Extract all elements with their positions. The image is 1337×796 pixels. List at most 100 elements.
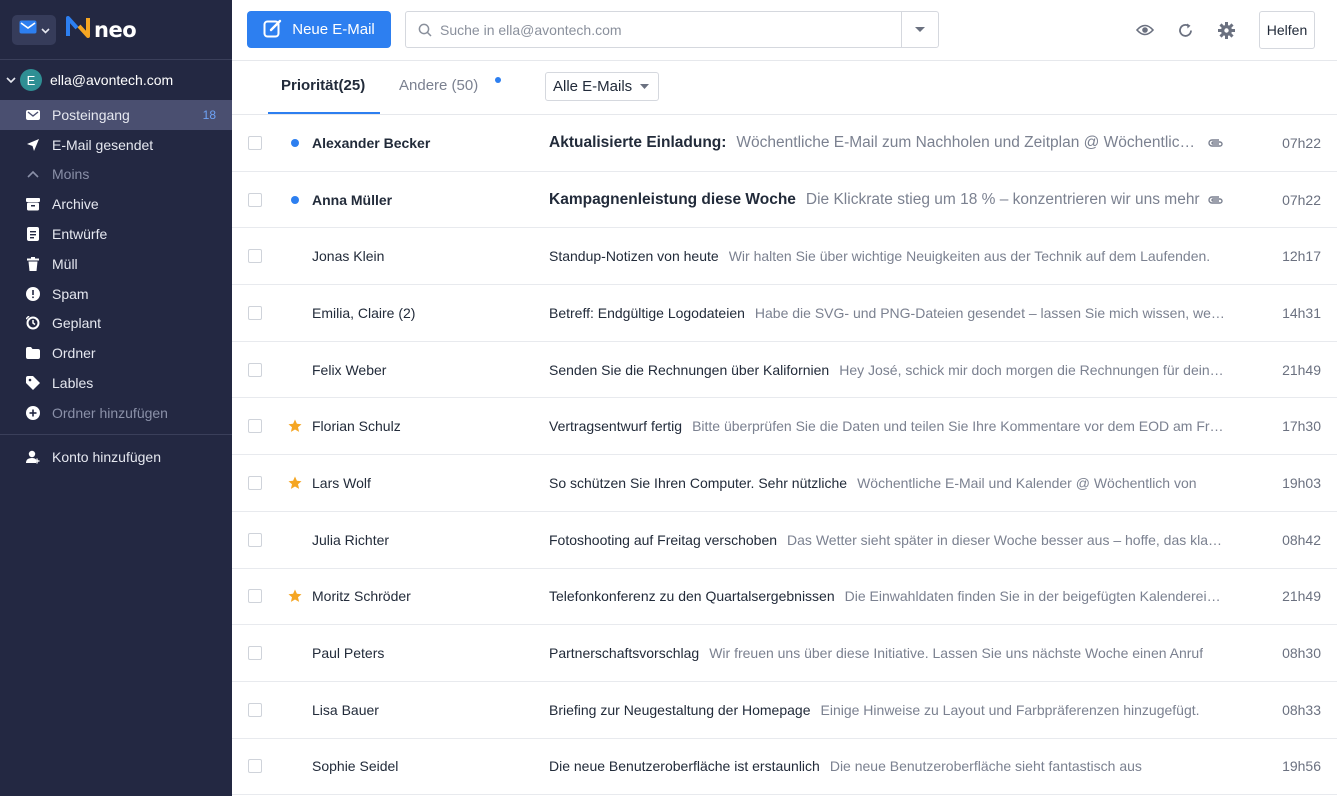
sidebar-item-less[interactable]: Moins: [0, 160, 232, 190]
filter-value: Alle E-Mails: [553, 78, 633, 95]
sender-name: Lisa Bauer: [312, 701, 379, 718]
row-checkbox[interactable]: [248, 475, 262, 490]
table-row[interactable]: Sophie Seidel Die neue Benutzeroberfläche…: [232, 739, 1337, 796]
mail-time: 12h17: [1282, 248, 1321, 265]
mail-content: Fotoshooting auf Freitag verschoben Das W…: [549, 532, 1225, 548]
mail-time: 19h56: [1282, 758, 1321, 775]
mail-filter-select[interactable]: Alle E-Mails: [545, 72, 659, 101]
table-row[interactable]: Anna Müller Kampagnenleistung diese Woche…: [232, 172, 1337, 229]
row-checkbox[interactable]: [248, 135, 262, 150]
mail-content: Kampagnenleistung diese Woche Die Klickra…: [549, 191, 1201, 209]
mail-time: 14h31: [1282, 304, 1321, 321]
sidebar-item-sent[interactable]: E-Mail gesendet: [0, 130, 232, 160]
sender-name: Florian Schulz: [312, 418, 401, 435]
sidebar-item-spam[interactable]: Spam: [0, 279, 232, 309]
sidebar-item-label: Lables: [52, 375, 94, 392]
row-checkbox[interactable]: [248, 646, 262, 661]
table-row[interactable]: Jonas Klein Standup-Notizen von heute Wir …: [232, 228, 1337, 286]
mail-preview: Die neue Benutzeroberfläche sieht fantas…: [829, 758, 1142, 775]
search-input[interactable]: Suche in ella@avontech.com: [440, 22, 901, 38]
table-row[interactable]: Florian Schulz Vertragsentwurf fertig Bitt…: [232, 398, 1337, 456]
account-email: ella@avontech.com: [50, 72, 174, 88]
row-checkbox[interactable]: [248, 532, 262, 547]
help-button[interactable]: Helfen: [1259, 11, 1315, 49]
mail-time: 19h03: [1282, 474, 1321, 491]
unread-indicator: [288, 136, 302, 150]
compose-button[interactable]: Neue E-Mail: [247, 11, 391, 48]
refresh-icon[interactable]: [1175, 20, 1195, 40]
app-name: neo: [94, 17, 137, 42]
sidebar-item-label: E-Mail gesendet: [52, 136, 154, 153]
app-switcher-button[interactable]: [12, 14, 56, 45]
account-selector[interactable]: E ella@avontech.com: [0, 60, 232, 100]
sidebar-item-label: Moins: [52, 166, 90, 183]
add-account-button[interactable]: Konto hinzufügen: [0, 442, 232, 472]
unread-indicator: [288, 193, 302, 207]
sidebar-item-folders[interactable]: Ordner: [0, 338, 232, 368]
tab-priority[interactable]: Priorität(25): [281, 77, 365, 94]
archive-icon: [26, 197, 40, 211]
sidebar-item-label: Geplant: [52, 315, 102, 332]
row-checkbox[interactable]: [248, 192, 262, 207]
inbox-icon: [26, 108, 40, 122]
table-row[interactable]: Felix Weber Senden Sie die Rechnungen übe…: [232, 342, 1337, 399]
mail-tabs: Priorität(25) Andere (50) Alle E-Mails: [232, 61, 1337, 115]
table-row[interactable]: Paul Peters Partnerschaftsvorschlag Wir fr…: [232, 625, 1337, 682]
row-checkbox[interactable]: [248, 249, 262, 264]
sidebar-item-label: Archive: [52, 196, 99, 213]
sidebar-item-label: Müll: [52, 255, 78, 272]
row-checkbox[interactable]: [248, 305, 262, 320]
row-checkbox[interactable]: [248, 362, 262, 377]
top-bar: Neue E-Mail Suche in ella@avontech.com H…: [232, 0, 1337, 61]
chevron-up-icon: [26, 167, 40, 181]
mail-content: Partnerschaftsvorschlag Wir freuen uns üb…: [549, 645, 1225, 661]
table-row[interactable]: Lisa Bauer Briefing zur Neugestaltung der…: [232, 682, 1337, 739]
table-row[interactable]: Lars Wolf So schützen Sie Ihren Computer.…: [232, 455, 1337, 512]
row-checkbox[interactable]: [248, 589, 262, 604]
star-icon[interactable]: [288, 476, 302, 490]
new-mail-dot: [495, 77, 501, 83]
star-icon[interactable]: [288, 419, 302, 433]
sidebar-item-archive[interactable]: Archive: [0, 189, 232, 219]
gear-icon[interactable]: [1216, 20, 1236, 40]
edit-icon: [263, 18, 283, 42]
sidebar-item-trash[interactable]: Müll: [0, 249, 232, 279]
row-checkbox[interactable]: [248, 759, 262, 774]
sidebar-item-inbox[interactable]: Posteingang 18: [0, 100, 232, 130]
sidebar: neo E ella@avontech.com Posteingang 18 E…: [0, 0, 232, 796]
sidebar-item-label: Spam: [52, 285, 89, 302]
mail-time: 08h42: [1282, 531, 1321, 548]
label-icon: [26, 376, 40, 391]
star-icon[interactable]: [288, 589, 302, 603]
search-options-button[interactable]: [901, 12, 938, 47]
add-user-icon: [26, 450, 40, 464]
mail-content: Aktualisierte Einladung: Wöchentliche E-M…: [549, 134, 1201, 152]
eye-icon[interactable]: [1135, 20, 1155, 40]
sidebar-item-label: Posteingang: [52, 106, 130, 123]
table-row[interactable]: Alexander Becker Aktualisierte Einladung:…: [232, 115, 1337, 172]
sidebar-item-labels[interactable]: Lables: [0, 368, 232, 398]
sidebar-item-add-folder[interactable]: Ordner hinzufügen: [0, 398, 232, 428]
sender-name: Alexander Becker: [312, 134, 431, 151]
tab-other[interactable]: Andere (50): [399, 77, 478, 94]
sidebar-item-drafts[interactable]: Entwürfe: [0, 219, 232, 249]
mail-subject: Betreff: Endgültige Logodateien: [549, 304, 745, 321]
table-row[interactable]: Emilia, Claire (2) Betreff: Endgültige Lo…: [232, 285, 1337, 342]
mail-preview: Wir freuen uns über diese Initiative. La…: [709, 645, 1204, 662]
mail-time: 08h30: [1282, 645, 1321, 662]
mail-list: Alexander Becker Aktualisierte Einladung:…: [232, 115, 1337, 796]
mail-time: 07h22: [1282, 134, 1321, 151]
mail-content: Telefonkonferenz zu den Quartalsergebnis…: [549, 588, 1225, 604]
mail-preview: Habe die SVG- und PNG-Dateien gesendet –…: [754, 304, 1225, 321]
sidebar-item-scheduled[interactable]: Geplant: [0, 309, 232, 339]
row-checkbox[interactable]: [248, 702, 262, 717]
mail-time: 17h30: [1282, 418, 1321, 435]
sidebar-item-label: Ordner: [52, 345, 96, 362]
sender-name: Sophie Seidel: [312, 758, 399, 775]
sidebar-header: neo: [0, 0, 232, 60]
row-checkbox[interactable]: [248, 419, 262, 434]
table-row[interactable]: Moritz Schröder Telefonkonferenz zu den Q…: [232, 569, 1337, 626]
table-row[interactable]: Julia Richter Fotoshooting auf Freitag ve…: [232, 512, 1337, 569]
search-field[interactable]: Suche in ella@avontech.com: [405, 11, 939, 48]
mail-time: 21h49: [1282, 361, 1321, 378]
